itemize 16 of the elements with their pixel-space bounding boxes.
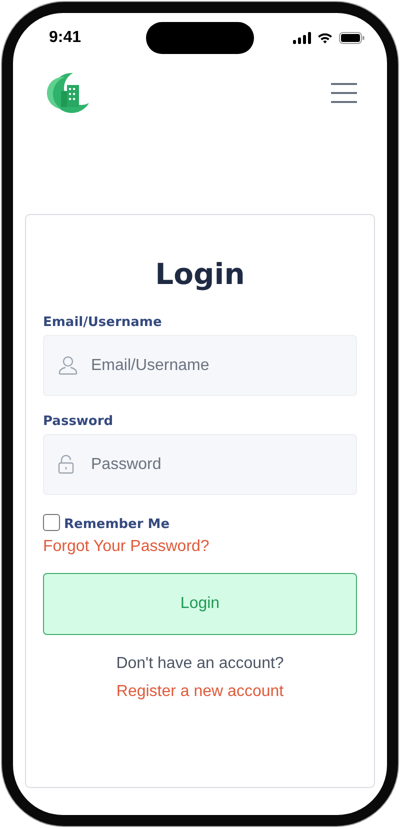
login-title: Login [154, 257, 246, 291]
field-label: Email/Username [43, 315, 163, 330]
signal-icon [293, 32, 311, 44]
email-field[interactable]: Email/Username [43, 335, 357, 396]
remember-label: Remember Me [64, 517, 170, 532]
forgot-password-link[interactable]: Forgot Your Password? [43, 538, 210, 556]
remember-checkbox[interactable] [43, 514, 60, 531]
wifi-icon [317, 32, 333, 44]
status-time: 9:41 [49, 29, 82, 47]
signup-prompt: Don't have an account? [115, 655, 285, 673]
field-label: Password [43, 414, 114, 429]
menu-icon[interactable] [331, 83, 357, 103]
login-button[interactable]: Login [43, 573, 357, 635]
password-field[interactable]: Password [43, 434, 357, 495]
register-link[interactable]: Register a new account [116, 683, 284, 701]
battery-icon [339, 32, 365, 44]
